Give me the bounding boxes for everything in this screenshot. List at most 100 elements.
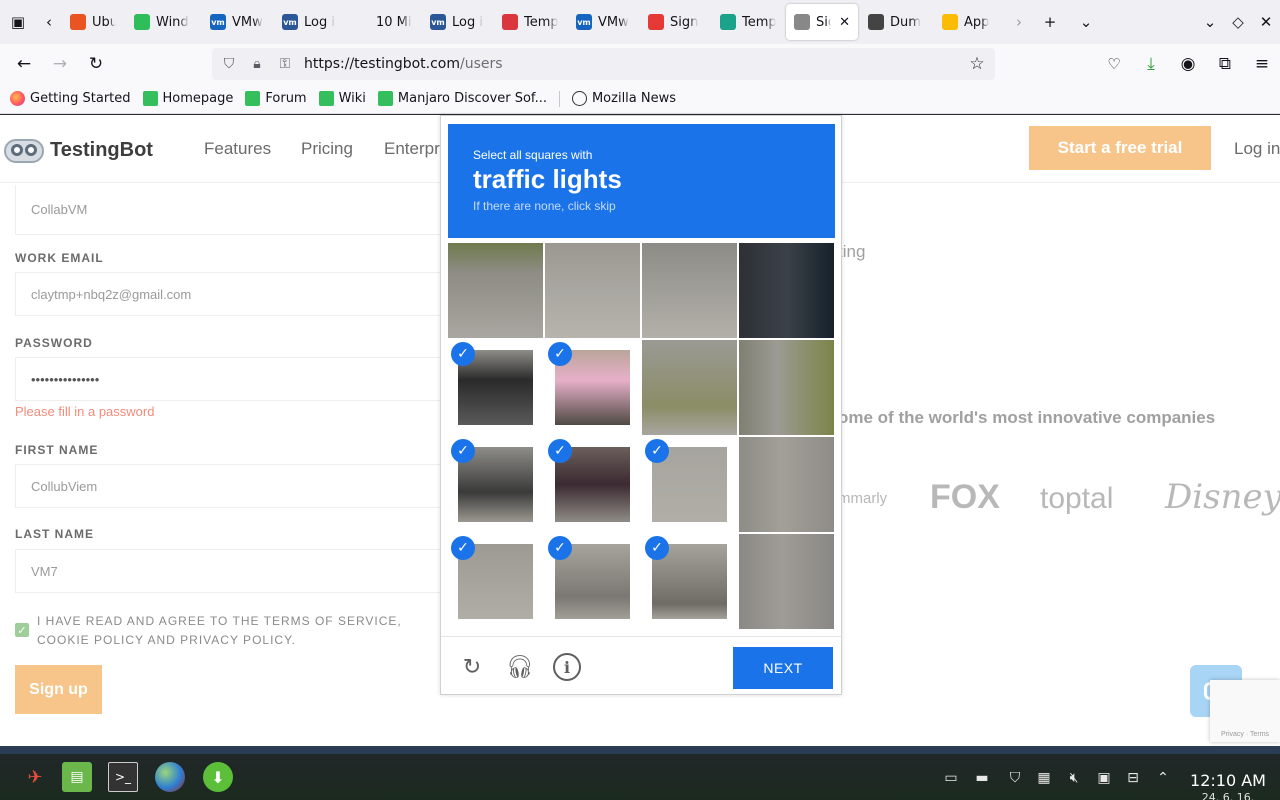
testingbot-logo[interactable]: TestingBot: [2, 133, 153, 167]
companies-heading: ome of the world's most innovative compa…: [838, 408, 1216, 427]
tab-label: Log i: [304, 14, 335, 30]
tray-expand-icon[interactable]: ⌃: [1153, 768, 1173, 788]
back-arrow-icon[interactable]: ←: [6, 48, 42, 80]
challenge-tile[interactable]: ✓: [545, 437, 640, 532]
new-tab-icon[interactable]: +: [1032, 0, 1068, 44]
clock[interactable]: 12:10 AM 24. 6. 16.: [1180, 771, 1276, 800]
reload-challenge-icon[interactable]: ↻: [458, 653, 486, 681]
challenge-tile[interactable]: ✓: [545, 534, 640, 629]
menu-features[interactable]: Features: [204, 139, 271, 159]
browser-icon[interactable]: [155, 762, 185, 792]
address-bar[interactable]: ⛉ 🔒︎ ⚿ https://testingbot.com/users ☆: [212, 48, 995, 80]
sign-up-button[interactable]: Sign up: [15, 665, 102, 714]
browser-tab[interactable]: vm Log i: [422, 4, 492, 40]
tab-overflow-icon[interactable]: ⌄: [1068, 0, 1104, 44]
challenge-tile[interactable]: ✓: [545, 340, 640, 435]
menu-pricing[interactable]: Pricing: [301, 139, 353, 159]
network-icon[interactable]: ⊟: [1123, 768, 1143, 788]
challenge-tile[interactable]: ✓: [448, 534, 543, 629]
last-name-field[interactable]: VM7: [15, 549, 455, 593]
first-name-field[interactable]: CollubViem: [15, 464, 455, 508]
lock-icon[interactable]: 🔒︎: [248, 56, 266, 72]
challenge-tile[interactable]: [642, 243, 737, 338]
browser-tab[interactable]: Sig ✕: [786, 4, 858, 40]
browser-tab[interactable]: vm Log i: [274, 4, 344, 40]
tab-list-icon[interactable]: ▣: [0, 0, 36, 44]
browser-tab[interactable]: 10 Minut: [346, 4, 420, 40]
browser-tab[interactable]: Wind: [126, 4, 200, 40]
start-free-trial-button[interactable]: Start a free trial: [1029, 126, 1211, 170]
reload-icon[interactable]: ↻: [78, 48, 114, 80]
challenge-tile[interactable]: ✓: [642, 534, 737, 629]
forward-arrow-icon[interactable]: →: [42, 48, 78, 80]
terminal-icon[interactable]: >_: [108, 762, 138, 792]
scroll-tabs-left-icon[interactable]: ‹: [36, 0, 62, 44]
desktop-icon[interactable]: ▭: [941, 768, 961, 788]
challenge-tile[interactable]: ✓: [642, 437, 737, 532]
challenge-tile[interactable]: [448, 243, 543, 338]
challenge-tile[interactable]: [739, 534, 834, 629]
browser-tab[interactable]: App: [934, 4, 1006, 40]
bookmark-label: Mozilla News: [591, 91, 677, 106]
file-manager-icon[interactable]: ▤: [62, 762, 92, 792]
browser-tab[interactable]: Dum: [860, 4, 932, 40]
company-field[interactable]: CollabVM: [15, 185, 455, 235]
extensions-icon[interactable]: ⧉: [1207, 48, 1243, 80]
challenge-tile[interactable]: ✓: [448, 437, 543, 532]
password-field[interactable]: •••••••••••••••: [15, 357, 455, 401]
bookmark-getting-started[interactable]: Getting Started: [10, 91, 131, 106]
hamburger-menu-icon[interactable]: ≡: [1244, 48, 1280, 80]
menu-enterprise[interactable]: Enterpr: [384, 139, 440, 159]
close-tab-icon[interactable]: ✕: [839, 15, 850, 30]
browser-tab[interactable]: vm VMw: [202, 4, 272, 40]
browser-tab[interactable]: Temp: [494, 4, 566, 40]
bookmark-star-icon[interactable]: ☆: [965, 52, 989, 76]
audio-challenge-icon[interactable]: 🎧︎: [506, 653, 534, 681]
browser-tab[interactable]: Temp: [712, 4, 784, 40]
tab-label: Ubun: [92, 14, 116, 30]
terms-checkbox[interactable]: ✓: [15, 623, 29, 637]
bookmark-mozilla-news[interactable]: Mozilla News: [571, 91, 677, 106]
recaptcha-badge[interactable]: Privacy · Terms: [1210, 680, 1280, 742]
volume-muted-icon[interactable]: 🔇︎: [1064, 768, 1084, 788]
display-icon[interactable]: ▬: [972, 768, 992, 788]
downloads-icon[interactable]: ⤓: [1133, 48, 1169, 80]
browser-tab[interactable]: Sign: [640, 4, 710, 40]
browser-tab[interactable]: vm VMw: [568, 4, 638, 40]
challenge-tile[interactable]: [739, 437, 834, 532]
tile-checkmark-icon: ✓: [645, 536, 669, 560]
bookmark-manjaro-discover[interactable]: Manjaro Discover Sof...: [377, 91, 547, 106]
security-shield-icon[interactable]: ⛉: [1005, 768, 1025, 788]
bookmark-homepage[interactable]: Homepage: [142, 91, 233, 106]
challenge-tile[interactable]: ✓: [448, 340, 543, 435]
save-icon[interactable]: ▣: [1094, 768, 1114, 788]
login-link[interactable]: Log in: [1234, 139, 1280, 159]
scroll-tabs-right-icon[interactable]: ›: [1006, 0, 1032, 44]
email-field[interactable]: claytmp+nbq2z@gmail.com: [15, 272, 455, 316]
shield-icon[interactable]: ⛉: [220, 56, 238, 72]
close-window-icon[interactable]: ✕: [1252, 0, 1280, 44]
key-icon[interactable]: ⚿: [276, 56, 294, 72]
challenge-instruction: Select all squares with: [473, 148, 593, 162]
clipboard-icon[interactable]: ▦: [1034, 768, 1054, 788]
system-taskbar: ✈ ▤ >_ ⬇ ▭ ▬ ⛉ ▦ 🔇︎ ▣ ⊟ ⌃ 12:10 AM 24. 6…: [0, 746, 1280, 800]
browser-tab[interactable]: Ubun: [62, 4, 124, 40]
download-manager-icon[interactable]: ⬇: [203, 762, 233, 792]
recaptcha-badge-text: Privacy · Terms: [1220, 731, 1270, 738]
maximize-window-icon[interactable]: ◇: [1224, 0, 1252, 44]
next-button[interactable]: NEXT: [733, 647, 833, 689]
challenge-tile[interactable]: [739, 243, 834, 338]
app-launcher-icon[interactable]: ✈: [20, 762, 50, 792]
minimize-window-icon[interactable]: ⌄: [1196, 0, 1224, 44]
bookmark-wiki[interactable]: Wiki: [318, 91, 366, 106]
challenge-tile[interactable]: [739, 340, 834, 435]
account-icon[interactable]: ◉: [1170, 48, 1206, 80]
challenge-tile[interactable]: [642, 340, 737, 435]
bookmark-forum[interactable]: Forum: [245, 91, 307, 106]
info-icon[interactable]: i: [553, 653, 581, 681]
bookmark-label: Manjaro Discover Sof...: [397, 91, 547, 106]
terms-row: ✓ I HAVE READ AND AGREE TO THE TERMS OF …: [15, 612, 455, 650]
pocket-icon[interactable]: ♡: [1096, 48, 1132, 80]
challenge-image-grid: ✓ ✓ ✓ ✓ ✓ ✓ ✓ ✓: [448, 243, 835, 630]
challenge-tile[interactable]: [545, 243, 640, 338]
